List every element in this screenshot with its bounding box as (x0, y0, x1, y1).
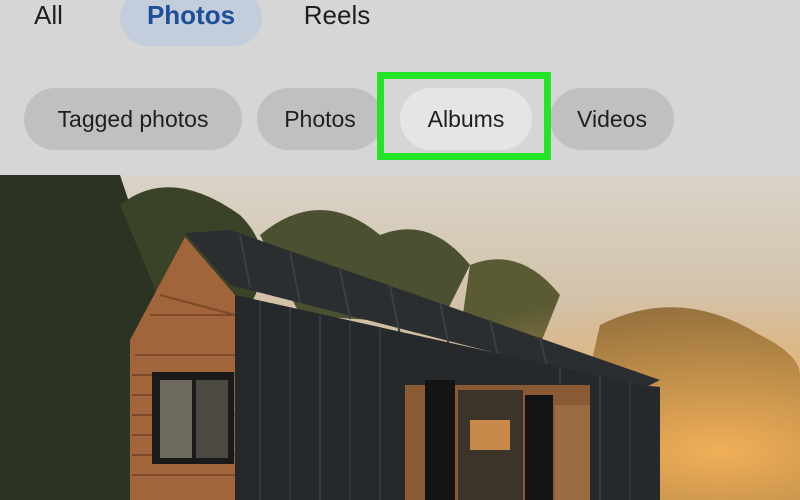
top-tab-bar: All Photos Reels (0, 0, 800, 58)
tab-reels[interactable]: Reels (290, 0, 384, 46)
filter-chip-row: Tagged photos Photos Albums Videos (0, 88, 800, 150)
chip-videos[interactable]: Videos (550, 88, 674, 150)
chip-photos[interactable]: Photos (257, 88, 383, 150)
chip-tagged-photos[interactable]: Tagged photos (24, 88, 242, 150)
tab-all[interactable]: All (34, 0, 94, 46)
chip-albums[interactable]: Albums (400, 88, 532, 150)
photo-thumbnail[interactable] (0, 175, 800, 500)
tab-photos[interactable]: Photos (120, 0, 262, 46)
cabin-photo-image (0, 175, 800, 500)
